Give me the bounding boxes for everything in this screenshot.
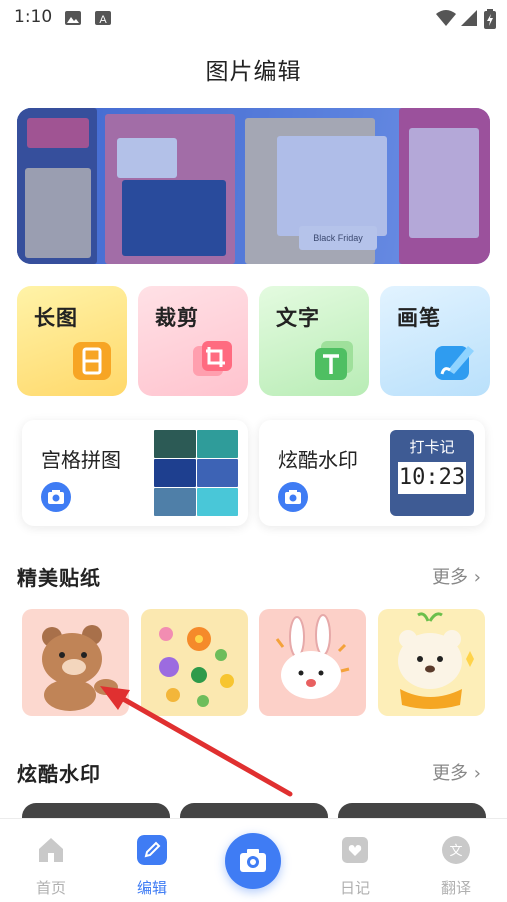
translate-icon: 文 bbox=[442, 836, 470, 864]
watermark-section-title: 炫酷水印 bbox=[17, 762, 101, 786]
diary-icon bbox=[342, 837, 368, 863]
feature-watermark[interactable]: 炫酷水印 打卡记 10:23 bbox=[259, 420, 485, 526]
brush-icon bbox=[435, 346, 474, 380]
tool-label: 文字 bbox=[276, 306, 320, 330]
sticker-bear[interactable] bbox=[22, 609, 129, 716]
nav-label: 日记 bbox=[339, 879, 370, 897]
nav-label: 首页 bbox=[35, 879, 66, 897]
sticker-flowers[interactable] bbox=[141, 609, 248, 716]
flowers-sticker-icon bbox=[159, 627, 234, 707]
home-icon bbox=[39, 838, 63, 862]
nav-label: 编辑 bbox=[136, 879, 167, 897]
text-icon bbox=[315, 341, 353, 380]
stickers-section-title: 精美贴纸 bbox=[17, 566, 101, 590]
status-bar: 1:10 A bbox=[0, 0, 507, 36]
bear-sticker-icon bbox=[42, 625, 118, 711]
feature-label: 炫酷水印 bbox=[278, 448, 358, 472]
crop-icon bbox=[193, 341, 232, 376]
page-title: 图片编辑 bbox=[205, 59, 302, 85]
more-label: 更多 bbox=[432, 763, 469, 784]
tool-label: 裁剪 bbox=[155, 306, 199, 330]
app-notification-icon: A bbox=[95, 11, 111, 26]
stamp-title: 打卡记 bbox=[409, 438, 455, 456]
nav-home[interactable]: 首页 bbox=[21, 835, 81, 898]
tool-label: 画笔 bbox=[397, 306, 441, 330]
camera-icon bbox=[240, 849, 266, 872]
svg-text:A: A bbox=[99, 14, 107, 26]
wifi-icon bbox=[436, 10, 456, 26]
rabbit-sticker-icon bbox=[275, 614, 350, 699]
gallery-notification-icon bbox=[65, 11, 81, 25]
signal-icon bbox=[461, 10, 477, 26]
chevron-right-icon: › bbox=[473, 567, 481, 588]
tool-brush[interactable]: 画笔 bbox=[380, 286, 490, 396]
stamp-time: 10:23 bbox=[398, 462, 466, 494]
chevron-right-icon: › bbox=[473, 763, 481, 784]
feature-grid-collage[interactable]: 宫格拼图 bbox=[22, 420, 248, 526]
feature-label: 宫格拼图 bbox=[41, 448, 121, 472]
watermark-more-link[interactable]: 更多 › bbox=[432, 759, 481, 785]
watermark-stamp-preview: 打卡记 10:23 bbox=[390, 430, 474, 516]
more-label: 更多 bbox=[432, 567, 469, 588]
grid-collage-thumbnail bbox=[154, 430, 238, 516]
stickers-more-link[interactable]: 更多 › bbox=[432, 563, 481, 589]
camera-icon bbox=[278, 482, 308, 512]
nav-translate[interactable]: 文 翻译 bbox=[426, 835, 486, 898]
camera-icon bbox=[41, 482, 71, 512]
tool-crop[interactable]: 裁剪 bbox=[138, 286, 248, 396]
battery-icon bbox=[484, 9, 496, 29]
sticker-rabbit[interactable] bbox=[259, 609, 366, 716]
promo-banner[interactable]: Black Friday bbox=[17, 108, 490, 264]
long-image-icon bbox=[73, 342, 111, 380]
polar-bear-sticker-icon bbox=[398, 612, 474, 709]
edit-icon bbox=[137, 835, 167, 865]
nav-edit[interactable]: 编辑 bbox=[122, 835, 182, 898]
svg-text:文: 文 bbox=[449, 844, 462, 859]
nav-label: 翻译 bbox=[440, 879, 471, 897]
sticker-polar-bear[interactable] bbox=[378, 609, 485, 716]
banner-overlay bbox=[17, 108, 490, 264]
tool-label: 长图 bbox=[34, 306, 78, 330]
camera-button[interactable] bbox=[225, 833, 281, 889]
nav-diary[interactable]: 日记 bbox=[325, 835, 385, 898]
tool-long-image[interactable]: 长图 bbox=[17, 286, 127, 396]
status-time: 1:10 bbox=[14, 7, 53, 27]
tool-text[interactable]: 文字 bbox=[259, 286, 369, 396]
bottom-nav: 首页 编辑 日记 文 翻译 bbox=[0, 818, 507, 902]
